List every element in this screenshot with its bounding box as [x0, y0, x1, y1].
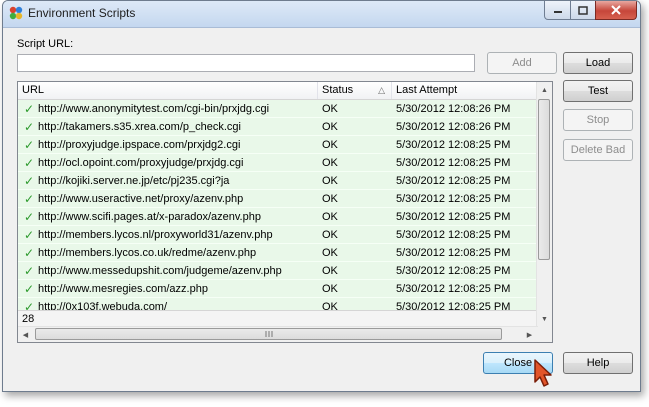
test-button[interactable]: Test — [563, 80, 633, 102]
test-button-label: Test — [587, 85, 609, 97]
scroll-down-icon[interactable]: ▼ — [537, 311, 552, 327]
help-button[interactable]: Help — [563, 352, 633, 374]
table-header: URL Status △ Last Attempt — [18, 82, 538, 100]
horizontal-scroll-thumb[interactable] — [35, 328, 502, 340]
cell-status: OK — [322, 103, 338, 115]
table-row[interactable]: ✓ http://www.mesregies.com/azz.php OK 5/30/… — [18, 280, 538, 298]
cell-status: OK — [322, 121, 338, 133]
cell-status: OK — [322, 157, 338, 169]
cell-last-attempt: 5/30/2012 12:08:25 PM — [396, 211, 511, 223]
cell-url: http://kojiki.server.ne.jp/etc/pj235.cgi… — [38, 175, 230, 187]
cell-url: http://takamers.s35.xrea.com/p_check.cgi — [38, 121, 241, 133]
cell-status: OK — [322, 193, 338, 205]
minimize-icon — [553, 11, 562, 13]
column-header-url[interactable]: URL — [18, 82, 318, 99]
check-icon: ✓ — [23, 120, 35, 134]
check-icon: ✓ — [23, 174, 35, 188]
add-button[interactable]: Add — [487, 52, 557, 74]
cell-last-attempt: 5/30/2012 12:08:25 PM — [396, 139, 511, 151]
delete-bad-button[interactable]: Delete Bad — [563, 139, 633, 161]
row-count: 28 — [18, 310, 318, 327]
column-header-last-attempt[interactable]: Last Attempt — [392, 82, 538, 99]
maximize-icon — [578, 5, 588, 15]
column-header-status[interactable]: Status △ — [318, 82, 392, 99]
cell-url: http://members.lycos.co.uk/redme/azenv.p… — [38, 247, 257, 259]
scroll-right-icon[interactable]: ▶ — [522, 327, 537, 342]
check-icon: ✓ — [23, 228, 35, 242]
vertical-scroll-thumb[interactable] — [538, 99, 550, 260]
cell-status: OK — [322, 211, 338, 223]
close-button-label: Close — [503, 357, 533, 369]
cell-url: http://proxyjudge.ipspace.com/prxjdg2.cg… — [38, 139, 241, 151]
grip-icon — [265, 331, 273, 337]
load-button-label: Load — [585, 57, 611, 69]
cell-status: OK — [322, 139, 338, 151]
cell-last-attempt: 5/30/2012 12:08:25 PM — [396, 229, 511, 241]
environment-scripts-window: Environment Scripts Script URL: Add Load… — [2, 0, 641, 392]
vertical-scrollbar[interactable]: ▲ ▼ — [536, 82, 552, 327]
check-icon: ✓ — [23, 282, 35, 296]
script-url-input[interactable] — [17, 54, 475, 72]
close-window-button[interactable] — [595, 1, 637, 20]
table-row[interactable]: ✓ http://ocl.opoint.com/proxyjudge/prxjdg… — [18, 154, 538, 172]
check-icon: ✓ — [23, 246, 35, 260]
check-icon: ✓ — [23, 264, 35, 278]
scrollbar-corner — [537, 327, 552, 342]
minimize-button[interactable] — [544, 1, 571, 20]
table-row[interactable]: ✓ http://members.lycos.nl/proxyworld31/az… — [18, 226, 538, 244]
cell-last-attempt: 5/30/2012 12:08:25 PM — [396, 247, 511, 259]
cell-url: http://www.useractive.net/proxy/azenv.ph… — [38, 193, 244, 205]
table-row[interactable]: ✓ http://kojiki.server.ne.jp/etc/pj235.cg… — [18, 172, 538, 190]
table-row[interactable]: ✓ http://www.anonymitytest.com/cgi-bin/pr… — [18, 100, 538, 118]
cell-url: http://www.anonymitytest.com/cgi-bin/prx… — [38, 103, 270, 115]
cell-status: OK — [322, 247, 338, 259]
scroll-up-icon[interactable]: ▲ — [537, 82, 552, 98]
maximize-button[interactable] — [570, 1, 596, 20]
cell-url: http://members.lycos.nl/proxyworld31/aze… — [38, 229, 273, 241]
cell-last-attempt: 5/30/2012 12:08:25 PM — [396, 283, 511, 295]
cell-status: OK — [322, 283, 338, 295]
title-bar[interactable]: Environment Scripts — [3, 1, 640, 28]
app-icon — [9, 6, 23, 20]
table-row[interactable]: ✓ http://www.scifi.pages.at/x-paradox/aze… — [18, 208, 538, 226]
check-icon: ✓ — [23, 192, 35, 206]
cell-url: http://ocl.opoint.com/proxyjudge/prxjdg.… — [38, 157, 244, 169]
table-row[interactable]: ✓ http://takamers.s35.xrea.com/p_check.cg… — [18, 118, 538, 136]
delete-bad-button-label: Delete Bad — [570, 144, 626, 156]
cell-last-attempt: 5/30/2012 12:08:25 PM — [396, 157, 511, 169]
table-row[interactable]: ✓ http://www.useractive.net/proxy/azenv.p… — [18, 190, 538, 208]
close-icon — [611, 5, 621, 15]
stop-button-label: Stop — [586, 114, 610, 126]
cell-status: OK — [322, 175, 338, 187]
table-row[interactable]: ✓ http://members.lycos.co.uk/redme/azenv.… — [18, 244, 538, 262]
horizontal-scrollbar[interactable]: ◀ ▶ — [18, 326, 538, 342]
stop-button[interactable]: Stop — [563, 109, 633, 131]
scroll-left-icon[interactable]: ◀ — [18, 327, 33, 342]
cell-url: http://www.scifi.pages.at/x-paradox/azen… — [38, 211, 261, 223]
scripts-table[interactable]: URL Status △ Last Attempt ✓ http://www.an… — [17, 81, 553, 343]
help-button-label: Help — [586, 357, 610, 369]
table-row[interactable]: ✓ http://www.messedupshit.com/judgeme/aze… — [18, 262, 538, 280]
check-icon: ✓ — [23, 156, 35, 170]
mouse-cursor-icon — [534, 359, 552, 387]
cell-status: OK — [322, 265, 338, 277]
cell-url: http://www.mesregies.com/azz.php — [38, 283, 208, 295]
cell-last-attempt: 5/30/2012 12:08:26 PM — [396, 103, 511, 115]
load-button[interactable]: Load — [563, 52, 633, 74]
script-url-label: Script URL: — [17, 38, 74, 50]
cell-url: http://www.messedupshit.com/judgeme/azen… — [38, 265, 282, 277]
cell-last-attempt: 5/30/2012 12:08:25 PM — [396, 265, 511, 277]
check-icon: ✓ — [23, 210, 35, 224]
cell-last-attempt: 5/30/2012 12:08:25 PM — [396, 175, 511, 187]
sort-ascending-icon: △ — [378, 85, 385, 95]
check-icon: ✓ — [23, 138, 35, 152]
add-button-label: Add — [512, 57, 532, 69]
window-title: Environment Scripts — [28, 6, 136, 20]
cell-last-attempt: 5/30/2012 12:08:25 PM — [396, 193, 511, 205]
table-row[interactable]: ✓ http://proxyjudge.ipspace.com/prxjdg2.c… — [18, 136, 538, 154]
cell-last-attempt: 5/30/2012 12:08:26 PM — [396, 121, 511, 133]
check-icon: ✓ — [23, 102, 35, 116]
cell-status: OK — [322, 229, 338, 241]
